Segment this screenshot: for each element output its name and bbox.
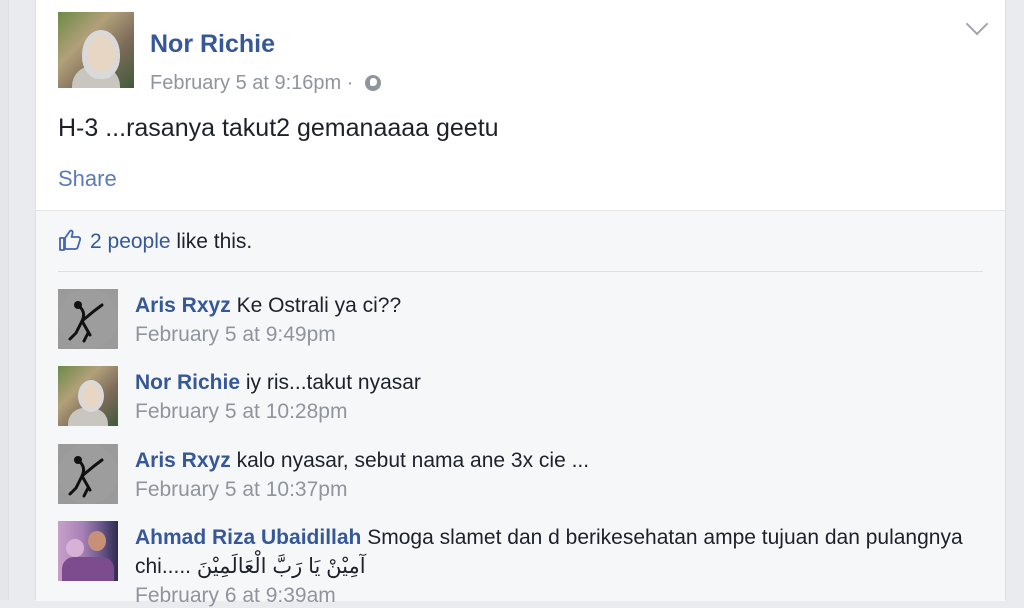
comment-body: Aris Rxyz kalo nyasar, sebut nama ane 3x…: [135, 446, 975, 475]
likes-divider: [58, 271, 983, 272]
share-link[interactable]: Share: [58, 166, 117, 192]
comment-timestamp[interactable]: February 5 at 10:28pm: [135, 400, 347, 424]
author-avatar[interactable]: [58, 12, 134, 88]
feedback-section: 2 people like this. Aris Rxyz Ke Ostrali…: [36, 210, 1005, 607]
meta-separator: ·: [346, 72, 354, 94]
commenter-avatar[interactable]: [58, 289, 118, 349]
likes-row: 2 people like this.: [58, 229, 252, 254]
commenter-name[interactable]: Ahmad Riza Ubaidillah: [135, 526, 361, 549]
commenter-avatar[interactable]: [58, 444, 118, 504]
post-text: H-3 ...rasanya takut2 gemanaaaa geetu: [58, 114, 499, 142]
commenter-name[interactable]: Aris Rxyz: [135, 294, 231, 317]
post-timestamp[interactable]: February 5 at 9:16pm: [150, 72, 341, 94]
chevron-down-icon[interactable]: [965, 12, 989, 36]
like-icon: [59, 229, 82, 251]
left-sidebar-edge: [0, 0, 9, 600]
commenter-avatar[interactable]: [58, 521, 118, 581]
comment-text: kalo nyasar, sebut nama ane 3x cie ...: [236, 449, 590, 472]
comment-text: iy ris...takut nyasar: [245, 371, 421, 394]
comment-timestamp[interactable]: February 5 at 9:49pm: [135, 323, 336, 347]
likes-count-link[interactable]: 2 people: [90, 230, 171, 253]
comment-body: Nor Richie iy ris...takut nyasar: [135, 368, 975, 397]
post-author-name[interactable]: Nor Richie: [150, 30, 275, 59]
right-sidebar-edge: [1005, 0, 1024, 600]
likes-suffix: like this.: [170, 230, 253, 253]
globe-icon[interactable]: [365, 75, 382, 91]
comment-body: Aris Rxyz Ke Ostrali ya ci??: [135, 291, 975, 320]
comment-timestamp[interactable]: February 6 at 9:39am: [135, 584, 336, 608]
commenter-avatar[interactable]: [58, 366, 118, 426]
comment-body: Ahmad Riza Ubaidillah Smoga slamet dan d…: [135, 523, 975, 581]
comment-text: Ke Ostrali ya ci??: [236, 294, 402, 317]
commenter-name[interactable]: Nor Richie: [135, 371, 240, 394]
post-card: Nor Richie February 5 at 9:16pm · H-3 ..…: [35, 0, 1006, 607]
comment-timestamp[interactable]: February 5 at 10:37pm: [135, 478, 347, 502]
commenter-name[interactable]: Aris Rxyz: [135, 449, 231, 472]
post-meta: February 5 at 9:16pm ·: [150, 72, 382, 95]
